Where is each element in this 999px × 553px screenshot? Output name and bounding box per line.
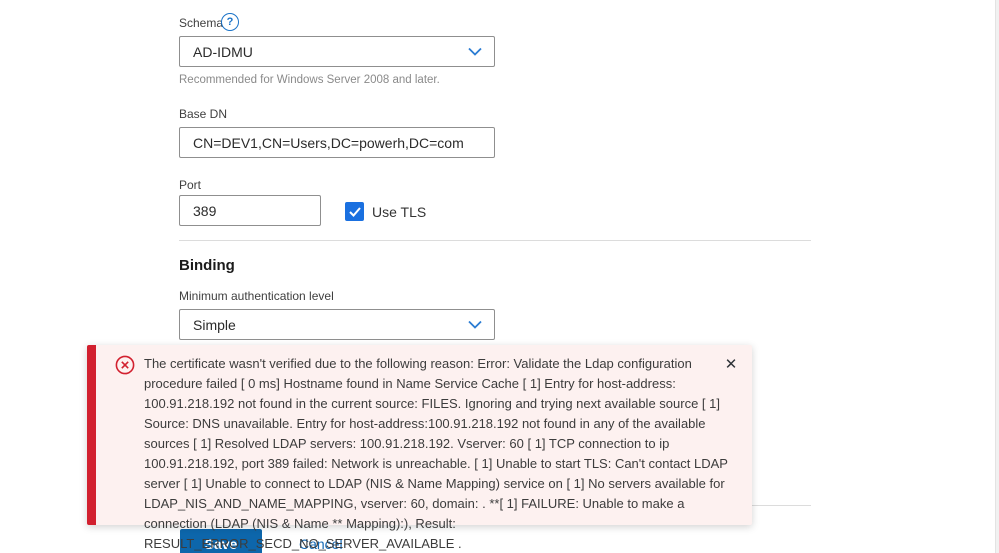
use-tls-checkbox[interactable] [345,202,364,221]
base-dn-label: Base DN [179,107,228,121]
schema-helper-text: Recommended for Windows Server 2008 and … [179,74,440,86]
help-icon[interactable]: ? [221,13,239,31]
schema-label: Schema [179,16,224,30]
checkmark-icon [348,206,361,217]
port-input[interactable] [179,195,321,226]
min-auth-select-value: Simple [193,316,236,333]
ldap-config-form: Schema ? AD-IDMU Recommended for Windows… [0,0,999,553]
error-alert: The certificate wasn't verified due to t… [87,345,752,551]
error-circle-x-icon [115,355,135,375]
chevron-down-icon [468,320,482,329]
binding-heading: Binding [179,257,235,274]
error-message: The certificate wasn't verified due to t… [144,356,728,551]
close-icon[interactable]: ✕ [722,356,740,374]
section-divider [179,240,811,241]
schema-select[interactable]: AD-IDMU [179,36,495,67]
min-auth-select[interactable]: Simple [179,309,495,340]
schema-select-value: AD-IDMU [193,43,253,60]
port-label: Port [179,178,202,192]
panel-right-edge [995,0,999,553]
use-tls-label: Use TLS [372,204,427,220]
min-auth-label: Minimum authentication level [179,289,334,303]
base-dn-input[interactable] [179,127,495,158]
chevron-down-icon [468,47,482,56]
